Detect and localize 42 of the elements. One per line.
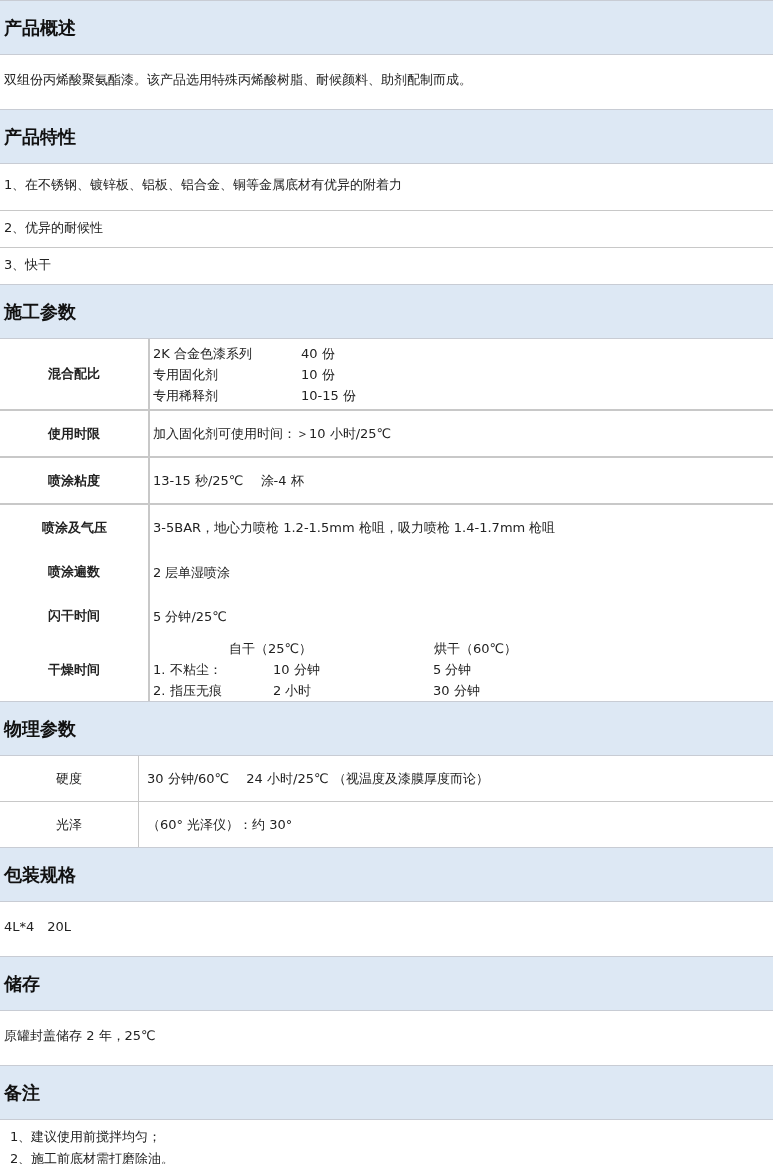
table-cell-text: 5 分钟 bbox=[433, 661, 473, 679]
table-label: 硬度 bbox=[0, 756, 139, 801]
section-heading: 物理参数 bbox=[0, 701, 773, 756]
table-cell-text: 2K 合金色漆系列 bbox=[153, 344, 253, 363]
text-row-text: 双组份丙烯酸聚氨酯漆。该产品选用特殊丙烯酸树脂、耐候颜料、助剂配制而成。 bbox=[3, 71, 473, 89]
table-cell-text: 专用固化剂 bbox=[153, 365, 219, 384]
table-label: 混合配比 bbox=[0, 339, 150, 409]
table-label: 喷涂遍数 bbox=[0, 550, 150, 594]
section-heading: 包装规格 bbox=[0, 847, 773, 902]
table-label: 使用时限 bbox=[0, 411, 150, 456]
section-heading: 施工参数 bbox=[0, 284, 773, 339]
section-heading: 产品特性 bbox=[0, 109, 773, 164]
table-cell-text: 加入固化剂可使用时间：＞10 小时/25℃ bbox=[153, 425, 393, 443]
table-cell-text: 3-5BAR，地心力喷枪 1.2-1.5mm 枪咀，吸力喷枪 1.4-1.7mm 枪咀 bbox=[153, 519, 557, 537]
text-row-text: 原罐封盖储存 2 年，25℃ bbox=[3, 1027, 157, 1045]
list-row-text: 1、在不锈钢、镀锌板、铝板、铝合金、铜等金属底材有优异的附着力 bbox=[3, 176, 404, 194]
table-cell-text: 10-15 份 bbox=[301, 386, 357, 405]
table-label: 闪干时间 bbox=[0, 594, 150, 638]
table-cell-text: 10 分钟 bbox=[273, 661, 321, 679]
section-heading: 产品概述 bbox=[0, 0, 773, 55]
table-cell-text: 专用稀释剂 bbox=[153, 386, 219, 405]
table-cell-text: 2. 指压无痕 bbox=[153, 682, 223, 700]
table-cell-text: 5 分钟/25℃ bbox=[153, 607, 228, 626]
table-cell-text: 1. 不粘尘： bbox=[153, 661, 223, 679]
section-heading: 备注 bbox=[0, 1065, 773, 1120]
table-label: 喷涂粘度 bbox=[0, 458, 150, 503]
text-row-text: 4L*4 20L bbox=[3, 918, 73, 936]
table-cell-text: 30 分钟/60℃ 24 小时/25℃ （视温度及漆膜厚度而论） bbox=[147, 770, 490, 788]
table-cell-text: 烘干（60℃） bbox=[434, 640, 519, 658]
list-row: 2、优异的耐候性 bbox=[0, 210, 773, 247]
table-cell-text: （60° 光泽仪）：约 30° bbox=[147, 816, 294, 834]
note-line: 1、建议使用前搅拌均匀； bbox=[10, 1128, 163, 1146]
table-cell-text: 10 份 bbox=[301, 365, 336, 384]
section-heading: 储存 bbox=[0, 956, 773, 1011]
table-cell-text: 40 份 bbox=[301, 344, 336, 363]
table-cell-text: 13-15 秒/25℃ 涂-4 杯 bbox=[153, 472, 305, 490]
table-label: 喷涂及气压 bbox=[0, 505, 150, 550]
note-line: 2、施工前底材需打磨除油。 bbox=[10, 1150, 176, 1164]
table-cell-text: 自干（25℃） bbox=[229, 640, 314, 658]
table-cell-text: 2 小时 bbox=[273, 682, 313, 700]
table-cell-text: 2 层单湿喷涂 bbox=[153, 563, 232, 582]
table-cell-text: 30 分钟 bbox=[433, 682, 481, 700]
